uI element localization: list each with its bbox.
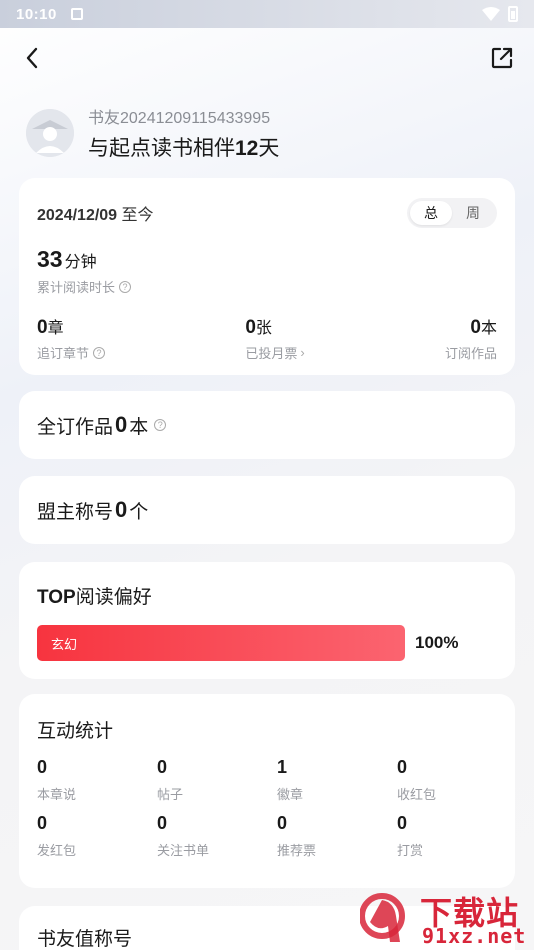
stat-subscribed: 0本 订阅作品 (445, 314, 497, 362)
chapters-unit: 章 (47, 320, 64, 337)
status-time: 10:10 (16, 5, 57, 23)
stat-row: 0章 追订章节? 0张 已投月票 › 0本 订阅作品 (37, 314, 497, 362)
profile-header: 书友20241209115433995 与起点读书相伴12天 (26, 104, 279, 162)
read-time-value: 33 (37, 246, 63, 272)
stat-value: 0 (37, 757, 48, 777)
interaction-grid: 0 本章说 0 帖子 1 徽章 0 收红包 0 发红包 0 关注书单 0 推荐票 0 打赏 (37, 757, 497, 859)
companion-days-text: 与起点读书相伴12天 (88, 132, 279, 162)
status-icons (482, 6, 518, 22)
stat-label: 帖子 (157, 787, 184, 802)
chapters-value: 0 (37, 317, 48, 338)
votes-label: 已投月票 (245, 346, 298, 361)
notification-icon (70, 8, 83, 20)
watermark-text-url: 91xz.net (422, 924, 527, 948)
status-bar: 10:10 (0, 0, 534, 28)
stat-posts[interactable]: 0 帖子 (157, 757, 277, 803)
profile-text: 书友20241209115433995 与起点读书相伴12天 (88, 104, 279, 162)
stat-value: 1 (277, 757, 288, 777)
toggle-week[interactable]: 周 (452, 201, 494, 225)
stat-value: 0 (397, 757, 408, 777)
chevron-right-icon: › (300, 345, 305, 360)
reader-title-heading: 书友值称号 (37, 929, 133, 950)
pref-bar-track: 玄幻 (37, 625, 405, 661)
help-icon[interactable]: ? (154, 419, 167, 431)
stat-value: 0 (397, 813, 408, 833)
stat-value: 0 (277, 813, 288, 833)
full-sub-value: 0 (115, 412, 128, 437)
stat-sent-redpacket[interactable]: 0 发红包 (37, 813, 157, 859)
read-time-unit: 分钟 (64, 254, 97, 271)
votes-value: 0 (245, 317, 256, 338)
pref-bar-genre: 玄幻 (37, 625, 405, 661)
stat-label: 收红包 (397, 787, 437, 802)
top-nav (0, 40, 534, 76)
subscribed-unit: 本 (480, 320, 497, 337)
wifi-icon (482, 7, 500, 21)
stat-followed-booklists[interactable]: 0 关注书单 (157, 813, 277, 859)
pref-row: 玄幻 100% (37, 625, 497, 661)
top-pref-title-rest: 阅读偏好 (75, 587, 152, 608)
reading-stats-card: 2024/12/09 至今 总 周 33 分钟 累计阅读时长? 0章 追订章节? … (19, 178, 515, 375)
stat-badges[interactable]: 1 徽章 (277, 757, 397, 803)
avatar-default-icon (26, 109, 74, 157)
battery-icon (508, 6, 518, 22)
help-icon[interactable]: ? (93, 346, 106, 359)
stat-label: 推荐票 (277, 843, 317, 858)
top-pref-title: TOP阅读偏好 (37, 582, 497, 609)
date-suffix: 至今 (121, 207, 154, 224)
watermark: 下载站 91xz.net (360, 888, 528, 950)
votes-unit: 张 (255, 320, 272, 337)
full-sub-label: 全订作品 (37, 416, 114, 438)
stat-value: 0 (157, 757, 168, 777)
chapters-label: 追订章节 (37, 346, 90, 361)
help-icon[interactable]: ? (119, 280, 132, 293)
pref-percent: 100% (415, 633, 459, 652)
stat-tips[interactable]: 0 打赏 (397, 813, 517, 859)
top-preference-card: TOP阅读偏好 玄幻 100% (19, 562, 515, 679)
leader-value: 0 (115, 497, 128, 522)
stat-recommend-votes[interactable]: 0 推荐票 (277, 813, 397, 859)
read-time: 33 分钟 累计阅读时长? (37, 246, 497, 296)
companion-suffix: 天 (258, 137, 280, 160)
username: 书友20241209115433995 (88, 110, 271, 127)
toggle-total[interactable]: 总 (410, 201, 452, 225)
stat-label: 关注书单 (157, 843, 210, 858)
stat-received-redpacket[interactable]: 0 收红包 (397, 757, 517, 803)
companion-prefix: 与起点读书相伴 (88, 137, 235, 160)
stat-label: 打赏 (397, 843, 424, 858)
subscribed-label: 订阅作品 (444, 346, 497, 361)
period-toggle: 总 周 (407, 198, 497, 228)
stat-label: 发红包 (37, 843, 77, 858)
leader-label: 盟主称号 (37, 501, 114, 523)
full-sub-unit: 本 (129, 416, 149, 438)
top-pref-title-bold: TOP (37, 587, 76, 608)
watermark-logo-icon (360, 893, 405, 942)
leader-unit: 个 (129, 501, 149, 523)
interaction-stats-card: 互动统计 0 本章说 0 帖子 1 徽章 0 收红包 0 发红包 0 关注书单 0 推荐票 0… (19, 694, 515, 888)
avatar[interactable] (26, 109, 74, 157)
stat-comments[interactable]: 0 本章说 (37, 757, 157, 803)
read-time-label: 累计阅读时长 (37, 280, 116, 295)
full-subscription-card: 全订作品 0 本? (19, 391, 515, 459)
date-start: 2024/12/09 (37, 207, 118, 224)
stat-chapters: 0章 追订章节? (37, 314, 106, 362)
share-icon (491, 47, 513, 69)
stat-label: 本章说 (37, 787, 77, 802)
stat-label: 徽章 (277, 787, 304, 802)
back-arrow-icon (26, 47, 38, 69)
interaction-title: 互动统计 (37, 721, 114, 742)
companion-days-value: 12 (235, 137, 259, 160)
subscribed-value: 0 (470, 317, 481, 338)
stat-votes[interactable]: 0张 已投月票 › (245, 314, 304, 362)
stat-value: 0 (37, 813, 48, 833)
leader-title-card: 盟主称号 0 个 (19, 476, 515, 544)
back-button[interactable] (18, 44, 46, 72)
share-button[interactable] (488, 44, 516, 72)
date-range: 2024/12/09 至今 (37, 201, 154, 225)
stat-value: 0 (157, 813, 168, 833)
date-row: 2024/12/09 至今 总 周 (37, 198, 497, 228)
